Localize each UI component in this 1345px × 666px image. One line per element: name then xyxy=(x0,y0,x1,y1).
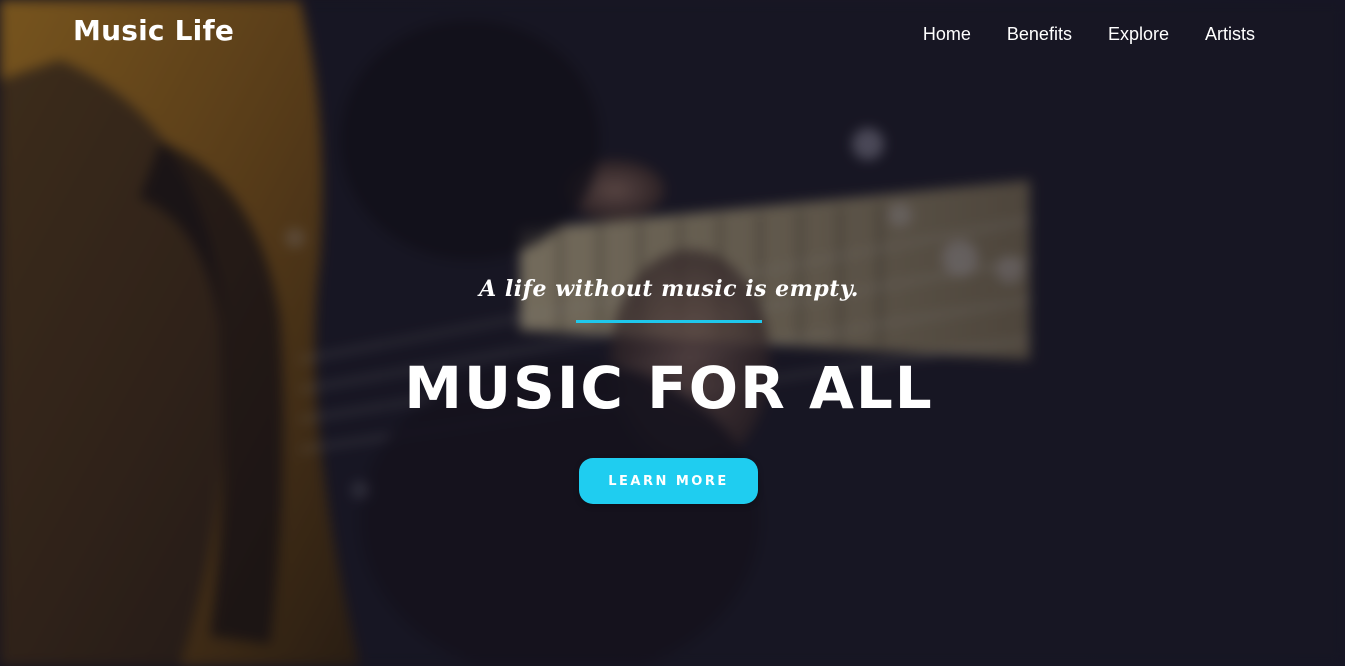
hero-section: Music Life Home Benefits Explore Artists… xyxy=(0,0,1345,666)
nav-item-home: Home xyxy=(923,24,971,45)
hero-overlay xyxy=(0,0,1345,666)
nav-link-home[interactable]: Home xyxy=(923,24,971,44)
hero-tagline: A life without music is empty. xyxy=(479,276,859,302)
nav-link-explore[interactable]: Explore xyxy=(1108,24,1169,44)
nav-link-artists[interactable]: Artists xyxy=(1205,24,1255,44)
learn-more-button[interactable]: LEARN MORE xyxy=(579,458,758,504)
navbar: Music Life Home Benefits Explore Artists xyxy=(0,0,1345,70)
nav-menu: Home Benefits Explore Artists xyxy=(923,24,1255,45)
nav-item-explore: Explore xyxy=(1108,24,1169,45)
nav-item-artists: Artists xyxy=(1205,24,1255,45)
nav-link-benefits[interactable]: Benefits xyxy=(1007,24,1072,44)
brand-logo[interactable]: Music Life xyxy=(73,14,234,47)
hero-headline: MUSIC FOR ALL xyxy=(404,354,934,422)
nav-item-benefits: Benefits xyxy=(1007,24,1072,45)
hero-divider xyxy=(576,320,762,323)
